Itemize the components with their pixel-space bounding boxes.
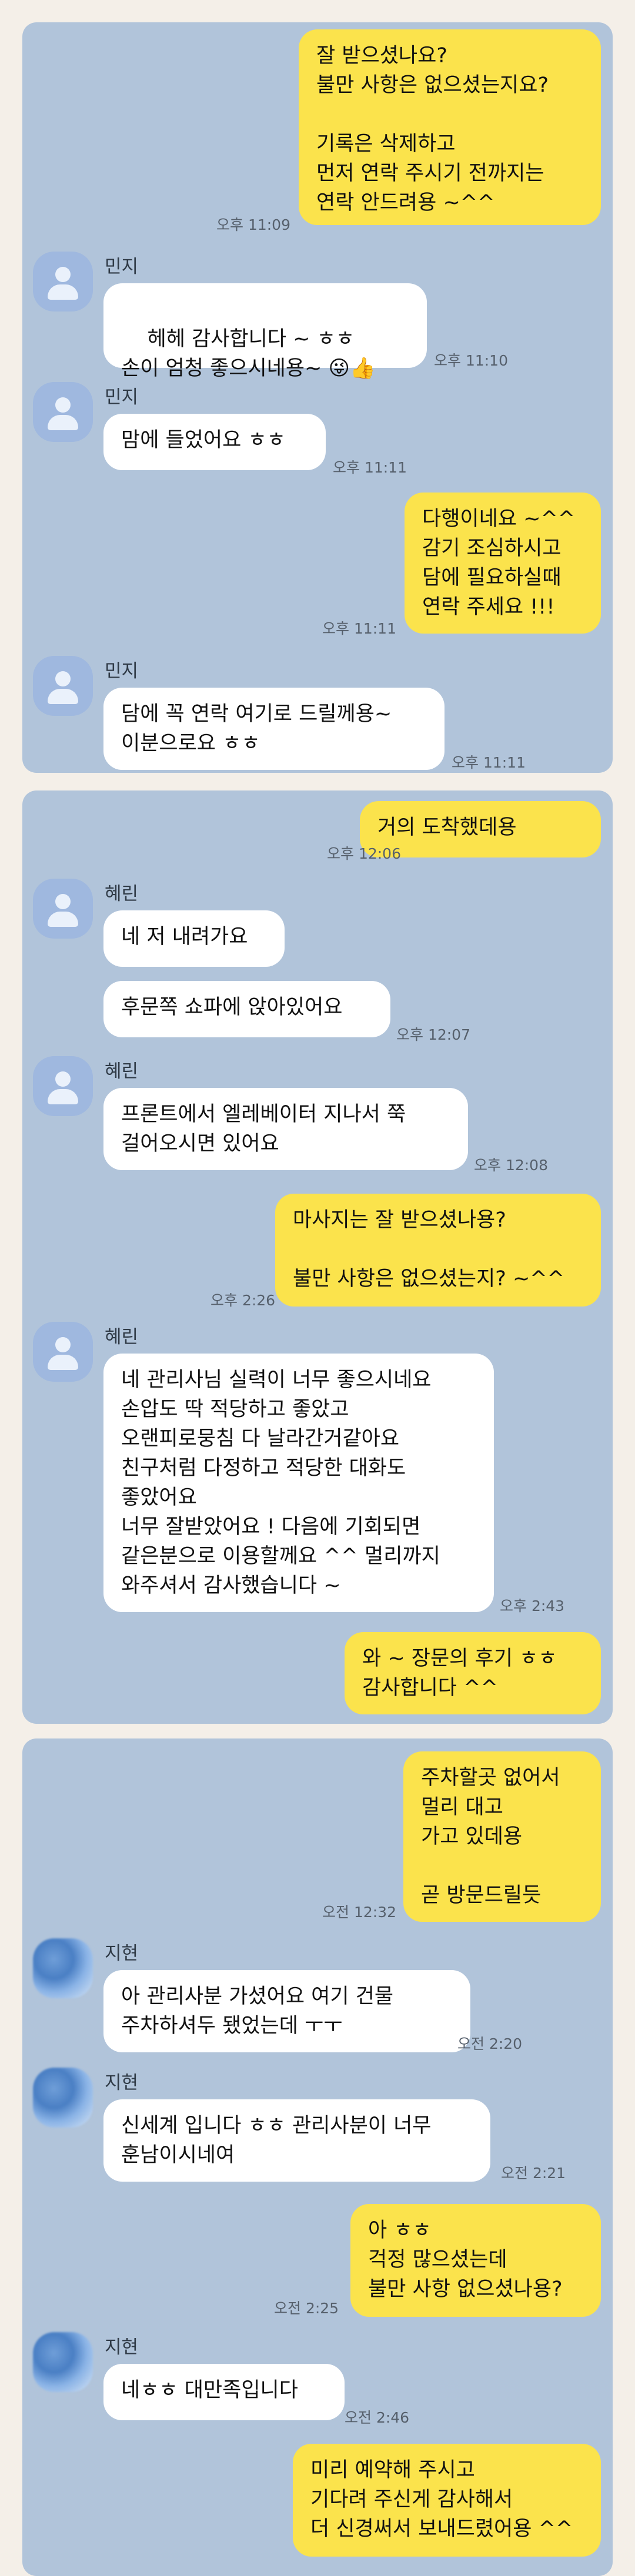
incoming-message[interactable]: 담에 꼭 연락 여기로 드릴께용~ 이분으로요 ㅎㅎ: [103, 688, 444, 770]
chat-panel-3: 주차할곳 없어서 멀리 대고 가고 있데용 곧 방문드릴듯 오전 12:32 지…: [22, 1738, 613, 2576]
message-time: 오후 11:11: [452, 754, 526, 771]
incoming-message[interactable]: 신세계 입니다 ㅎㅎ 관리사분이 너무 훈남이시네여: [103, 2099, 490, 2182]
message-time: 오전 2:20: [457, 2035, 523, 2052]
avatar[interactable]: [33, 2068, 93, 2128]
avatar[interactable]: [33, 382, 93, 442]
message-time: 오후 11:09: [216, 216, 290, 233]
outgoing-message[interactable]: 와 ~ 장문의 후기 ㅎㅎ 감사합니다 ^^: [345, 1632, 601, 1714]
avatar[interactable]: [33, 1056, 93, 1116]
message-time: 오전 2:21: [501, 2165, 566, 2182]
avatar[interactable]: [33, 1322, 93, 1382]
outgoing-message[interactable]: 다행이네요 ~^^ 감기 조심하시고 담에 필요하실때 연락 주세요 !!!: [405, 493, 601, 634]
outgoing-message[interactable]: 아 ㅎㅎ 걱정 많으셨는데 불만 사항 없으셨나용?: [350, 2204, 601, 2317]
chat-panel-2: 거의 도착했데용 오후 12:06 혜린 네 저 내려가요 후문쪽 쇼파에 앉아…: [22, 790, 613, 1724]
message-time: 오전 12:32: [322, 1904, 396, 1921]
avatar[interactable]: [33, 879, 93, 939]
message-time: 오후 11:11: [322, 620, 396, 637]
sender-name: 혜린: [105, 883, 139, 905]
avatar[interactable]: [33, 1938, 93, 1998]
incoming-message[interactable]: 네 저 내려가요: [103, 910, 285, 967]
sender-name: 혜린: [105, 1061, 139, 1082]
outgoing-message[interactable]: 주차할곳 없어서 멀리 대고 가고 있데용 곧 방문드릴듯: [403, 1751, 601, 1922]
avatar[interactable]: [33, 2332, 93, 2392]
sender-name: 혜린: [105, 1326, 139, 1348]
message-time: 오후 2:43: [500, 1597, 565, 1614]
incoming-message[interactable]: 헤헤 감사합니다 ~ ㅎㅎ 손이 엄청 좋으시네용~ 😜👍: [103, 283, 427, 380]
message-time: 오전 2:46: [345, 2409, 410, 2426]
incoming-message[interactable]: 후문쪽 쇼파에 앉아있어요: [103, 981, 390, 1037]
sender-name: 지현: [105, 1943, 139, 1964]
incoming-message[interactable]: 맘에 들었어요 ㅎㅎ: [103, 414, 326, 470]
incoming-message[interactable]: 네 관리사님 실력이 너무 좋으시네요 손압도 딱 적당하고 좋았고 오랜피로뭉…: [103, 1354, 494, 1612]
sender-name: 민지: [105, 661, 139, 682]
message-time: 오후 2:26: [210, 1292, 276, 1309]
avatar[interactable]: [33, 252, 93, 311]
outgoing-message[interactable]: 마사지는 잘 받으셨나용? 불만 사항은 없으셨는지? ~^^: [275, 1194, 601, 1307]
sender-name: 민지: [105, 387, 139, 408]
message-time: 오후 12:08: [474, 1157, 548, 1174]
avatar[interactable]: [33, 656, 93, 716]
incoming-message[interactable]: 아 관리사분 가셨어요 여기 건물 주차하셔두 됐었는데 ㅜㅜ: [103, 1970, 470, 2052]
outgoing-message[interactable]: 미리 예약해 주시고 기다려 주신게 감사해서 더 신경써서 보내드렸어용 ^^: [293, 2444, 601, 2557]
message-time: 오후 11:10: [434, 352, 508, 369]
sender-name: 지현: [105, 2337, 139, 2358]
chat-panel-1: 잘 받으셨나요? 불만 사항은 없으셨는지요? 기록은 삭제하고 먼저 연락 주…: [22, 22, 613, 773]
sender-name: 민지: [105, 256, 139, 277]
incoming-message[interactable]: 네ㅎㅎ 대만족입니다: [103, 2364, 345, 2420]
message-time: 오후 11:11: [333, 459, 407, 476]
outgoing-message[interactable]: 잘 받으셨나요? 불만 사항은 없으셨는지요? 기록은 삭제하고 먼저 연락 주…: [299, 29, 601, 225]
sender-name: 지현: [105, 2072, 139, 2093]
message-time: 오후 12:06: [327, 845, 401, 862]
incoming-message[interactable]: 프론트에서 엘레베이터 지나서 쭉 걸어오시면 있어요: [103, 1088, 468, 1170]
message-time: 오후 12:07: [396, 1026, 470, 1043]
message-text: 헤헤 감사합니다 ~ ㅎㅎ 손이 엄청 좋으시네용~ 😜👍: [121, 327, 376, 380]
message-time: 오전 2:25: [274, 2300, 339, 2317]
